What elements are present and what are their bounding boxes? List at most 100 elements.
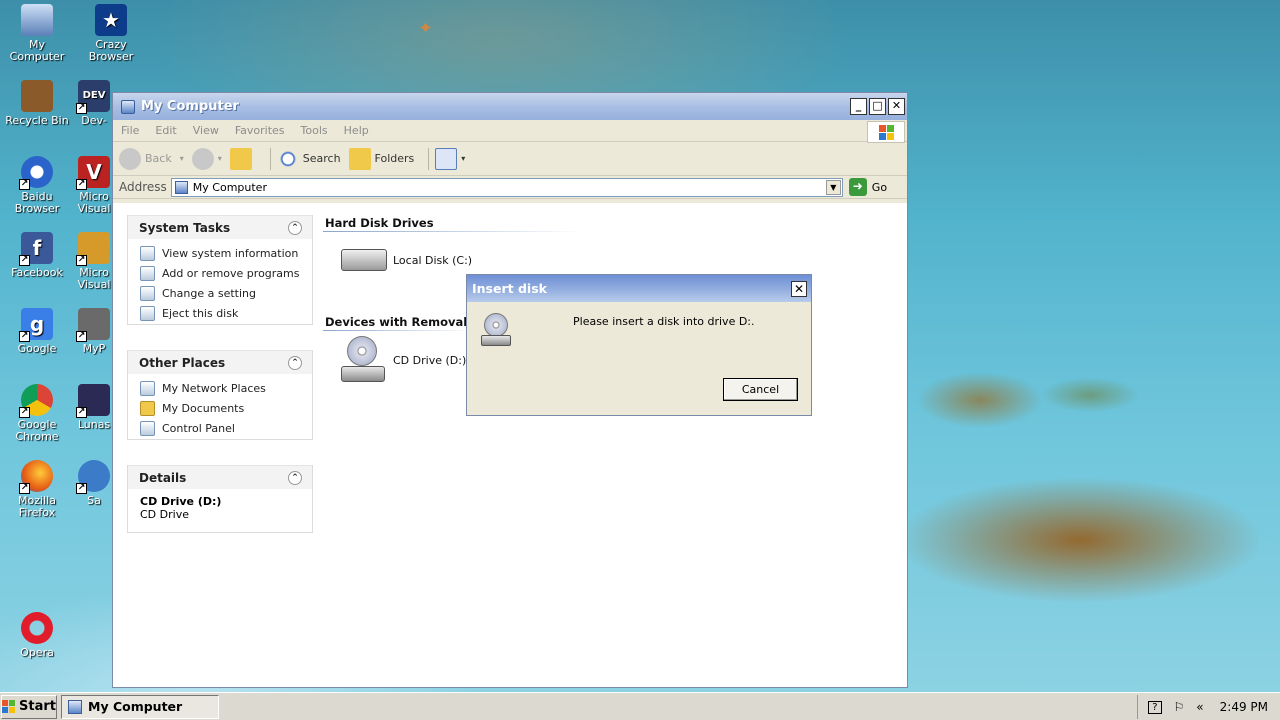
desktop-icon-label: Sa [87, 494, 101, 507]
go-label: Go [871, 180, 888, 194]
desktop-icon-google[interactable]: g ↗ Google [0, 308, 74, 355]
back-arrow-icon [119, 147, 141, 170]
firefox-icon: ↗ [19, 460, 53, 494]
other-places-panel: Other Places ⌃ My Network Places My Docum… [127, 350, 313, 440]
go-button[interactable]: ➜ Go [848, 178, 888, 196]
address-label: Address [119, 180, 167, 194]
help-icon[interactable]: ? [1148, 700, 1162, 714]
hard-disk-drives-heading: Hard Disk Drives [325, 216, 434, 230]
section-divider [323, 330, 473, 331]
start-button[interactable]: Start [1, 694, 57, 719]
taskbar: Start My Computer ? ⚐ « 2:49 PM [0, 692, 1280, 720]
task-add-remove-programs[interactable]: Add or remove programs [140, 263, 312, 283]
system-tasks-panel: System Tasks ⌃ View system information Ad… [127, 215, 313, 325]
place-label: My Network Places [162, 381, 266, 395]
desktop-icon-micro-visual-1[interactable]: V ↗ Micro Visual [74, 156, 114, 215]
show-hidden-icons-icon[interactable]: « [1196, 700, 1203, 714]
start-label: Start [19, 699, 56, 714]
system-tasks-header[interactable]: System Tasks ⌃ [128, 215, 312, 239]
views-icon [435, 147, 458, 170]
crazy-browser-icon: ★ [95, 4, 127, 36]
up-folder-button[interactable] [229, 147, 256, 170]
desktop-icon-crazy-browser[interactable]: ★ Crazy Browser [74, 4, 148, 63]
task-view-system-info[interactable]: View system information [140, 243, 312, 263]
address-dropdown-icon[interactable]: ▼ [825, 179, 841, 195]
drive-label: CD Drive (D:) [393, 353, 467, 367]
dialog-title: Insert disk [472, 281, 547, 296]
local-disk-c[interactable]: Local Disk (C:) [341, 249, 472, 271]
views-button[interactable]: ▾ [435, 147, 465, 170]
menu-favorites[interactable]: Favorites [227, 124, 293, 137]
desktop-icon-label: Google Chrome [15, 418, 59, 443]
desktop-icon-baidu-browser[interactable]: ↗ Baidu Browser [0, 156, 74, 215]
lunas-icon: ↗ [76, 384, 110, 418]
collapse-icon[interactable]: ⌃ [288, 355, 302, 370]
clock[interactable]: 2:49 PM [1220, 700, 1268, 714]
desktop-icon-google-chrome[interactable]: ↗ Google Chrome [0, 384, 74, 443]
desktop-icon-label: Google [17, 342, 57, 355]
desktop-icon-myp[interactable]: ↗ MyP [74, 308, 114, 355]
collapse-icon[interactable]: ⌃ [288, 220, 302, 235]
panel-title: Details [139, 470, 187, 485]
other-places-header[interactable]: Other Places ⌃ [128, 350, 312, 374]
menu-file[interactable]: File [113, 124, 147, 137]
details-panel: Details ⌃ CD Drive (D:) CD Drive [127, 465, 313, 533]
maximize-button[interactable]: □ [869, 98, 886, 115]
dialog-close-button[interactable]: ✕ [791, 280, 807, 297]
menu-help[interactable]: Help [336, 124, 377, 137]
cancel-button[interactable]: Cancel [723, 378, 798, 401]
eject-icon [140, 305, 155, 321]
address-bar: Address My Computer ▼ ➜ Go [113, 176, 907, 199]
removable-devices-heading: Devices with Removab [325, 315, 467, 329]
task-label: My Computer [88, 699, 183, 714]
my-computer-small-icon [174, 180, 188, 194]
my-computer-icon [21, 4, 53, 36]
drive-label: Local Disk (C:) [393, 253, 473, 267]
address-field[interactable]: My Computer ▼ [170, 177, 843, 197]
desktop-icon-dev[interactable]: DEV ↗ Dev- [74, 80, 114, 127]
dialog-titlebar[interactable]: Insert disk ✕ [467, 275, 811, 302]
visual-icon: ↗ [76, 232, 110, 266]
task-eject-disk[interactable]: Eject this disk [140, 303, 312, 323]
task-change-setting[interactable]: Change a setting [140, 283, 312, 303]
sa-icon: ↗ [76, 460, 110, 494]
forward-button[interactable]: ▾ [191, 147, 222, 170]
desktop-icon-opera[interactable]: Opera [0, 612, 74, 659]
cd-drive-d[interactable]: CD Drive (D:) [341, 336, 466, 384]
menu-edit[interactable]: Edit [147, 124, 184, 137]
my-computer-small-icon [121, 99, 135, 114]
place-label: My Documents [162, 401, 245, 415]
collapse-icon[interactable]: ⌃ [288, 470, 302, 485]
desktop-icon-sa[interactable]: ↗ Sa [74, 460, 114, 507]
desktop-icon-recycle-bin[interactable]: Recycle Bin [0, 80, 74, 127]
close-button[interactable]: ✕ [888, 98, 905, 115]
desktop-icon-label: Baidu Browser [14, 190, 60, 215]
menu-view[interactable]: View [185, 124, 227, 137]
place-my-documents[interactable]: My Documents [140, 398, 312, 418]
desktop-icon-micro-visual-2[interactable]: ↗ Micro Visual [74, 232, 114, 291]
desktop-icon-facebook[interactable]: f ↗ Facebook [0, 232, 74, 279]
windows-logo-icon [2, 699, 16, 714]
my-documents-icon [140, 400, 155, 416]
mouse-cursor-icon: ✦ [418, 18, 434, 39]
desktop-icon-lunas[interactable]: ↗ Lunas [74, 384, 114, 431]
folders-button[interactable]: Folders [348, 147, 414, 170]
minimize-button[interactable]: _ [850, 98, 867, 115]
place-control-panel[interactable]: Control Panel [140, 418, 312, 438]
search-button[interactable]: Search [276, 147, 341, 170]
details-header[interactable]: Details ⌃ [128, 465, 312, 489]
window-titlebar[interactable]: My Computer _ □ ✕ [113, 93, 907, 120]
desktop-icon-my-computer[interactable]: My Computer [0, 4, 74, 63]
network-icon[interactable]: ⚐ [1174, 700, 1185, 714]
control-panel-icon [140, 420, 155, 436]
toolbar: Back ▾ ▾ Search Folders ▾ [113, 142, 907, 176]
back-button[interactable]: Back ▾ [119, 147, 184, 170]
control-panel-icon [140, 285, 155, 301]
place-my-network-places[interactable]: My Network Places [140, 378, 312, 398]
taskbar-button-my-computer[interactable]: My Computer [61, 694, 219, 719]
toolbar-separator [428, 147, 430, 170]
desktop-icon-mozilla-firefox[interactable]: ↗ Mozilla Firefox [0, 460, 74, 519]
section-divider [323, 231, 583, 232]
back-label: Back [145, 152, 172, 165]
menu-tools[interactable]: Tools [293, 124, 336, 137]
